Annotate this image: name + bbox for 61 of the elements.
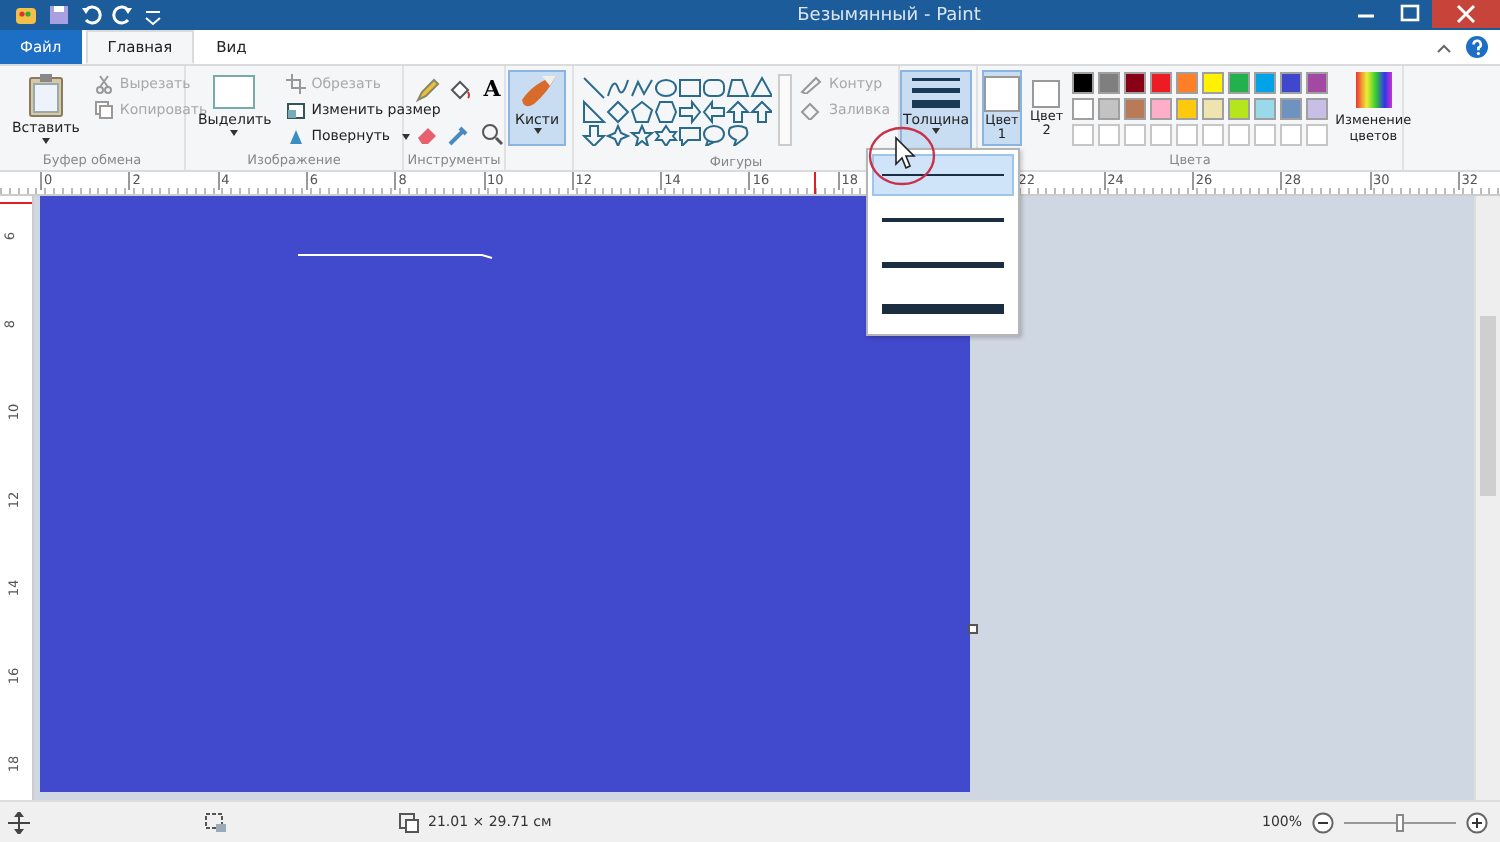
color-swatch[interactable] xyxy=(1123,98,1146,120)
color-swatch[interactable] xyxy=(1175,72,1198,94)
canvas-size-icon xyxy=(398,811,420,833)
crop-icon xyxy=(285,74,306,94)
gallery-scrollbar[interactable] xyxy=(778,74,792,146)
resize-handle[interactable] xyxy=(968,624,978,634)
help-icon[interactable] xyxy=(1466,36,1488,58)
cursor-position-marker xyxy=(814,172,816,194)
color-swatch[interactable] xyxy=(1201,98,1224,120)
copy-icon xyxy=(93,100,114,120)
color-swatch[interactable] xyxy=(1149,72,1172,94)
color-swatch[interactable] xyxy=(1227,98,1250,120)
selection-rectangle-icon xyxy=(212,74,257,110)
caret-icon xyxy=(41,138,50,144)
outline-pen-icon xyxy=(799,74,824,94)
thickness-option[interactable] xyxy=(872,154,1014,197)
cursor-position-icon xyxy=(8,811,30,833)
magnifier-icon[interactable] xyxy=(480,121,504,145)
vertical-scrollbar[interactable] xyxy=(1474,196,1500,800)
close-icon[interactable] xyxy=(1432,0,1500,28)
cursor-position-marker xyxy=(0,202,32,204)
text-tool[interactable]: A xyxy=(480,78,504,109)
color-swatch[interactable] xyxy=(1279,98,1302,120)
color-swatch[interactable] xyxy=(1305,98,1328,120)
zoom-slider[interactable] xyxy=(1344,813,1456,831)
line-thickness-icon xyxy=(912,76,960,112)
window-title: Безымянный - Paint xyxy=(795,5,983,25)
redo-icon[interactable] xyxy=(112,4,134,26)
color-swatch[interactable] xyxy=(1253,98,1276,120)
save-icon[interactable] xyxy=(48,4,70,26)
zoom-in-icon[interactable] xyxy=(1466,811,1488,833)
scissors-icon xyxy=(93,74,114,94)
color-swatch[interactable] xyxy=(1123,72,1146,94)
collapse-ribbon-icon[interactable] xyxy=(1434,39,1454,55)
caret-icon xyxy=(533,128,541,134)
zoom-out-icon[interactable] xyxy=(1312,811,1334,833)
color-swatch[interactable] xyxy=(1071,98,1094,120)
color-swatch[interactable] xyxy=(1149,98,1172,120)
selection-size-icon xyxy=(204,811,228,833)
caret-icon xyxy=(230,130,239,136)
fill-icon xyxy=(799,100,824,120)
color-spectrum-icon xyxy=(1355,72,1392,108)
rotate-icon xyxy=(285,126,306,146)
caret-icon xyxy=(402,133,411,139)
color-swatch[interactable] xyxy=(1097,72,1120,94)
color-picker-icon[interactable] xyxy=(448,121,472,145)
color-swatch[interactable] xyxy=(1305,72,1328,94)
clipboard-icon xyxy=(27,74,64,118)
color-swatch[interactable] xyxy=(1253,72,1276,94)
color-swatch[interactable] xyxy=(1175,98,1198,120)
color-swatch[interactable] xyxy=(1201,72,1224,94)
resize-icon xyxy=(285,100,306,120)
color-swatch[interactable] xyxy=(1279,72,1302,94)
pencil-icon[interactable] xyxy=(416,78,440,102)
paint-app-icon[interactable] xyxy=(14,4,38,26)
color-swatch[interactable] xyxy=(1097,98,1120,120)
caret-icon xyxy=(932,128,940,134)
color-swatch[interactable] xyxy=(1227,72,1250,94)
fill-bucket-icon[interactable] xyxy=(448,78,472,102)
undo-icon[interactable] xyxy=(80,4,102,26)
color-swatch[interactable] xyxy=(1071,72,1094,94)
